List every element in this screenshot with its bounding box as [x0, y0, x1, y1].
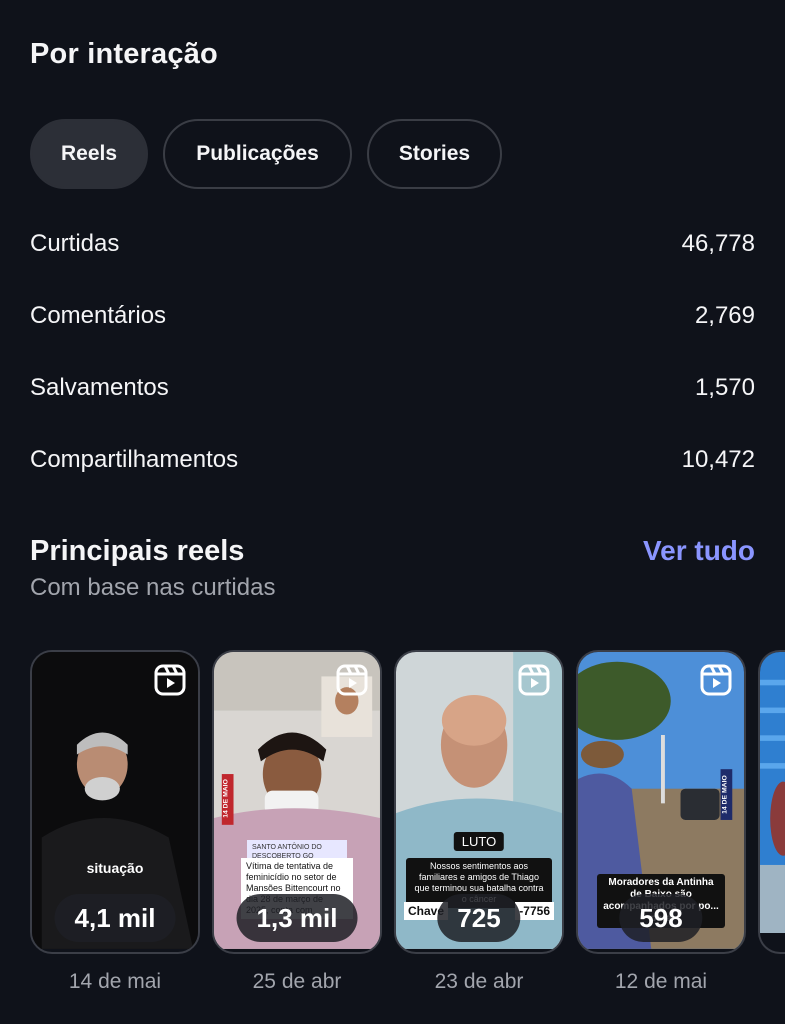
reel-like-count: 1,3 mil	[236, 894, 358, 942]
reel-card[interactable]: 14 DE MAIO SANTO ANTÔNIO DO DESCOBERTO G…	[212, 650, 382, 954]
reel-label: LUTO	[453, 832, 505, 851]
reel-badge: 14 DE MAIO	[223, 778, 230, 817]
metric-row-comments: Comentários 2,769	[30, 280, 755, 352]
metric-value: 2,769	[694, 302, 755, 329]
reel-card[interactable]: situação 4,1 mil	[30, 650, 200, 954]
reels-icon	[154, 664, 186, 696]
tab-stories[interactable]: Stories	[367, 119, 502, 189]
metric-value: 46,778	[681, 230, 755, 257]
insights-page: Por interação Reels Publicações Stories …	[0, 0, 785, 1024]
reel-phone-right: -7756	[515, 902, 554, 920]
top-reels-subtitle: Com base nas curtidas	[30, 574, 276, 601]
reel-like-count: 725	[437, 894, 521, 942]
metric-label: Compartilhamentos	[30, 446, 239, 473]
metric-label: Comentários	[30, 302, 167, 329]
tab-reels[interactable]: Reels	[30, 119, 148, 189]
reel-date: 12 de mai	[614, 970, 708, 993]
metric-row-shares: Compartilhamentos 10,472	[30, 424, 755, 496]
reels-icon	[336, 664, 368, 696]
metric-value: 1,570	[694, 374, 755, 401]
metric-label: Curtidas	[30, 230, 120, 257]
section-title: Por interação	[30, 38, 218, 70]
reel-badge: 14 DE MAIO	[721, 775, 728, 814]
reel-card[interactable]: LUTO Nossos sentimentos aos familiares e…	[394, 650, 564, 954]
reel-card[interactable]: 14 DE MAIO Moradores da Antinha de Baixo…	[576, 650, 746, 954]
see-all-link[interactable]: Ver tudo	[643, 535, 755, 567]
reel-date: 14 de mai	[68, 970, 162, 993]
reel-date: 25 de abr	[252, 970, 342, 993]
metric-label: Salvamentos	[30, 374, 169, 401]
metric-value: 10,472	[681, 446, 755, 473]
reel-card-partial[interactable]	[758, 650, 785, 954]
top-reels-header: Principais reels Com base nas curtidas V…	[30, 535, 755, 602]
reel-date: 23 de abr	[434, 970, 524, 993]
metric-row-saves: Salvamentos 1,570	[30, 352, 755, 424]
metrics-list: Curtidas 46,778 Comentários 2,769 Salvam…	[30, 208, 755, 496]
metric-row-likes: Curtidas 46,778	[30, 208, 755, 280]
reels-icon	[518, 664, 550, 696]
reel-like-count: 4,1 mil	[54, 894, 176, 942]
reels-icon	[700, 664, 732, 696]
reel-like-count: 598	[619, 894, 703, 942]
content-type-tabs: Reels Publicações Stories	[30, 119, 502, 189]
reel-overlay-text: situação	[86, 860, 144, 876]
tab-publicacoes[interactable]: Publicações	[163, 119, 352, 189]
reel-thumbnail	[760, 652, 785, 934]
